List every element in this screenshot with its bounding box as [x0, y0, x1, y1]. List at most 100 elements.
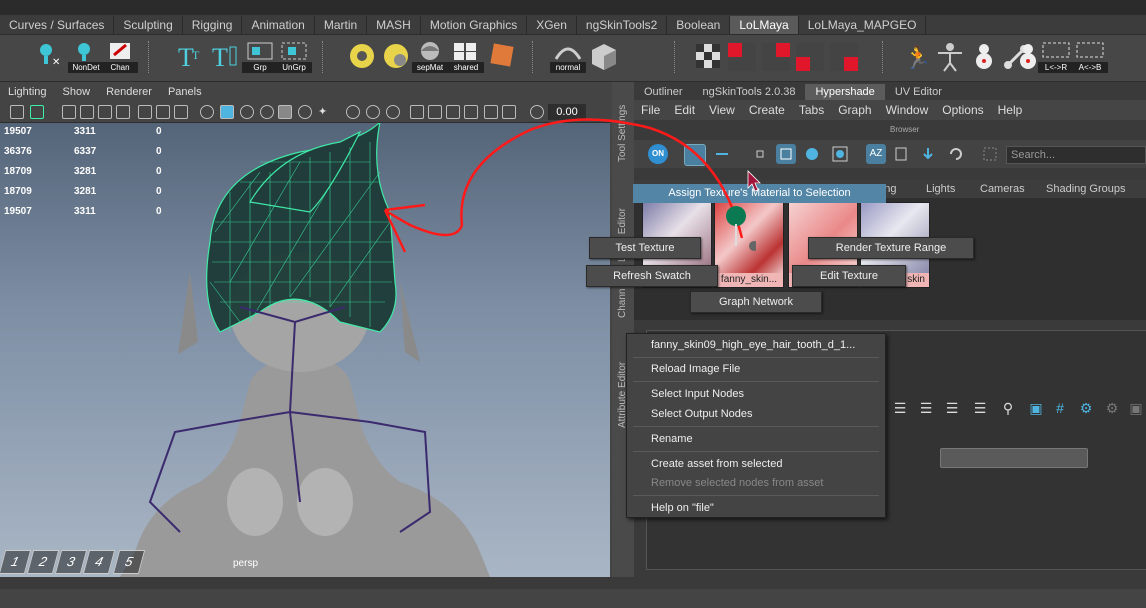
- test-texture-button[interactable]: Test Texture: [589, 237, 701, 259]
- xray-joints-icon[interactable]: [446, 105, 460, 119]
- tab-outliner[interactable]: Outliner: [634, 84, 693, 100]
- shelf-tab-curves-surfaces[interactable]: Curves / Surfaces: [0, 16, 115, 34]
- browser-search-input[interactable]: Search...: [1006, 146, 1146, 164]
- tab-shading-groups[interactable]: Shading Groups: [1046, 180, 1126, 198]
- grid-snap-icon[interactable]: #: [1052, 400, 1068, 416]
- shelf-tab-rigging[interactable]: Rigging: [183, 16, 243, 34]
- normal-button[interactable]: normal: [550, 39, 586, 73]
- extra-icon[interactable]: ▣: [1128, 400, 1144, 416]
- tab-uv-editor[interactable]: UV Editor: [885, 84, 952, 100]
- small-swatch-icon[interactable]: [750, 144, 770, 164]
- anti-alias-icon[interactable]: [366, 105, 380, 119]
- select-output-nodes-item[interactable]: Select Output Nodes: [651, 405, 753, 423]
- time-slider[interactable]: [0, 577, 1146, 589]
- work-area-button[interactable]: [940, 448, 1088, 468]
- shelf-tab-animation[interactable]: Animation: [242, 16, 315, 34]
- character-run-icon[interactable]: 🏃: [900, 39, 932, 73]
- shelf-tab-lolmaya[interactable]: LoLMaya: [730, 16, 799, 34]
- exposure-field[interactable]: 0.00: [548, 104, 586, 120]
- menu-file[interactable]: File: [634, 100, 667, 120]
- layout-icon-1[interactable]: ☰: [892, 400, 908, 416]
- attributes-icon[interactable]: ⚙: [1078, 400, 1094, 416]
- shelf-tab-martin[interactable]: Martin: [315, 16, 368, 34]
- select-input-nodes-item[interactable]: Select Input Nodes: [651, 385, 744, 403]
- render-texture-range-button[interactable]: Render Texture Range: [808, 237, 974, 259]
- sort-alpha-icon[interactable]: AZ: [866, 144, 886, 164]
- shelf-tab-motion-graphics[interactable]: Motion Graphics: [421, 16, 528, 34]
- shadows-icon[interactable]: [298, 105, 312, 119]
- red-color-set-2-icon[interactable]: [760, 39, 792, 73]
- shelf-tab-sculpting[interactable]: Sculpting: [114, 16, 183, 34]
- graph-network-button[interactable]: Graph Network: [690, 291, 822, 313]
- shelf-tab-mash[interactable]: MASH: [367, 16, 421, 34]
- non-deformer-history-button[interactable]: NonDet: [68, 39, 104, 73]
- expand-icon[interactable]: [980, 144, 1000, 164]
- exposure-icon[interactable]: [530, 105, 544, 119]
- safe-title-icon[interactable]: [174, 105, 188, 119]
- pencil-icon[interactable]: [30, 105, 44, 119]
- ambient-occlusion-icon[interactable]: ✦: [318, 105, 332, 119]
- view-icons-button[interactable]: [684, 144, 706, 166]
- separate-material-button[interactable]: sepMat: [412, 39, 448, 73]
- rename-item[interactable]: Rename: [651, 430, 693, 448]
- reload-image-file-item[interactable]: Reload Image File: [651, 360, 740, 378]
- snowman-1-icon[interactable]: [968, 39, 1000, 73]
- shelf-tab-xgen[interactable]: XGen: [527, 16, 577, 34]
- toggle-on-button[interactable]: ON: [648, 144, 668, 164]
- camera-attr-icon[interactable]: [484, 105, 498, 119]
- view-list-icon[interactable]: [712, 144, 732, 164]
- viewport-menu-panels[interactable]: Panels: [160, 82, 210, 102]
- edit-texture-button[interactable]: Edit Texture: [792, 265, 906, 287]
- snapshot-icon[interactable]: [502, 105, 516, 119]
- smooth-shade-icon[interactable]: [220, 105, 234, 119]
- material-ball-icon[interactable]: [346, 39, 378, 73]
- text-tool-icon[interactable]: TT: [176, 39, 208, 73]
- checker-icon[interactable]: [692, 39, 724, 73]
- xray-active-icon[interactable]: [464, 105, 478, 119]
- menu-edit[interactable]: Edit: [667, 100, 702, 120]
- tab-hypershade[interactable]: Hypershade: [805, 84, 885, 100]
- help-on-file-item[interactable]: Help on "file": [651, 499, 714, 517]
- cube-icon[interactable]: [588, 39, 620, 73]
- textured-icon[interactable]: [260, 105, 274, 119]
- pivot-tool-icon[interactable]: ✕: [34, 39, 66, 73]
- menu-options[interactable]: Options: [935, 100, 990, 120]
- grid-icon[interactable]: [62, 105, 76, 119]
- menu-create[interactable]: Create: [742, 100, 792, 120]
- lights-icon[interactable]: [278, 105, 292, 119]
- layout-icon-4[interactable]: ☰: [972, 400, 988, 416]
- xlarge-swatch-icon[interactable]: [830, 144, 850, 164]
- wireframe-on-shaded-icon[interactable]: [240, 105, 254, 119]
- sort-type-icon[interactable]: [892, 144, 912, 164]
- ungroup-button[interactable]: UnGrp: [276, 39, 312, 73]
- shelf-tab-boolean[interactable]: Boolean: [667, 16, 731, 34]
- menu-help[interactable]: Help: [991, 100, 1030, 120]
- large-swatch-icon[interactable]: [802, 144, 822, 164]
- character-tpose-icon[interactable]: [934, 39, 966, 73]
- create-asset-item[interactable]: Create asset from selected: [651, 455, 782, 473]
- tab-cameras[interactable]: Cameras: [980, 180, 1025, 198]
- frame-icon[interactable]: ▣: [1028, 400, 1044, 416]
- viewport-menu-lighting[interactable]: Lighting: [0, 82, 55, 102]
- safe-action-icon[interactable]: [156, 105, 170, 119]
- sort-time-icon[interactable]: [918, 144, 938, 164]
- wireframe-icon[interactable]: [200, 105, 214, 119]
- material-ball-2-icon[interactable]: [380, 39, 412, 73]
- motion-blur-icon[interactable]: [346, 105, 360, 119]
- context-menu-file-name[interactable]: fanny_skin09_high_eye_hair_tooth_d_1...: [651, 336, 855, 354]
- channel-box-button[interactable]: Chan: [102, 39, 138, 73]
- shelf-tab-lolmaya-mapgeo[interactable]: LoLMaya_MAPGEO: [799, 16, 927, 34]
- resolution-gate-icon[interactable]: [98, 105, 112, 119]
- gate-mask-icon[interactable]: [116, 105, 130, 119]
- viewport-menu-renderer[interactable]: Renderer: [98, 82, 160, 102]
- mirror-a-b-button[interactable]: A<->B: [1072, 39, 1108, 73]
- search-icon[interactable]: ⚲: [1000, 400, 1016, 416]
- film-gate-icon[interactable]: [80, 105, 94, 119]
- select-camera-icon[interactable]: [10, 105, 24, 119]
- shared-material-button[interactable]: shared: [448, 39, 484, 73]
- text-tool-2-icon[interactable]: T: [210, 39, 242, 73]
- texture-icon[interactable]: [486, 39, 518, 73]
- tab-lights[interactable]: Lights: [926, 180, 955, 198]
- refresh-swatch-button[interactable]: Refresh Swatch: [586, 265, 718, 287]
- layout-icon-2[interactable]: ☰: [918, 400, 934, 416]
